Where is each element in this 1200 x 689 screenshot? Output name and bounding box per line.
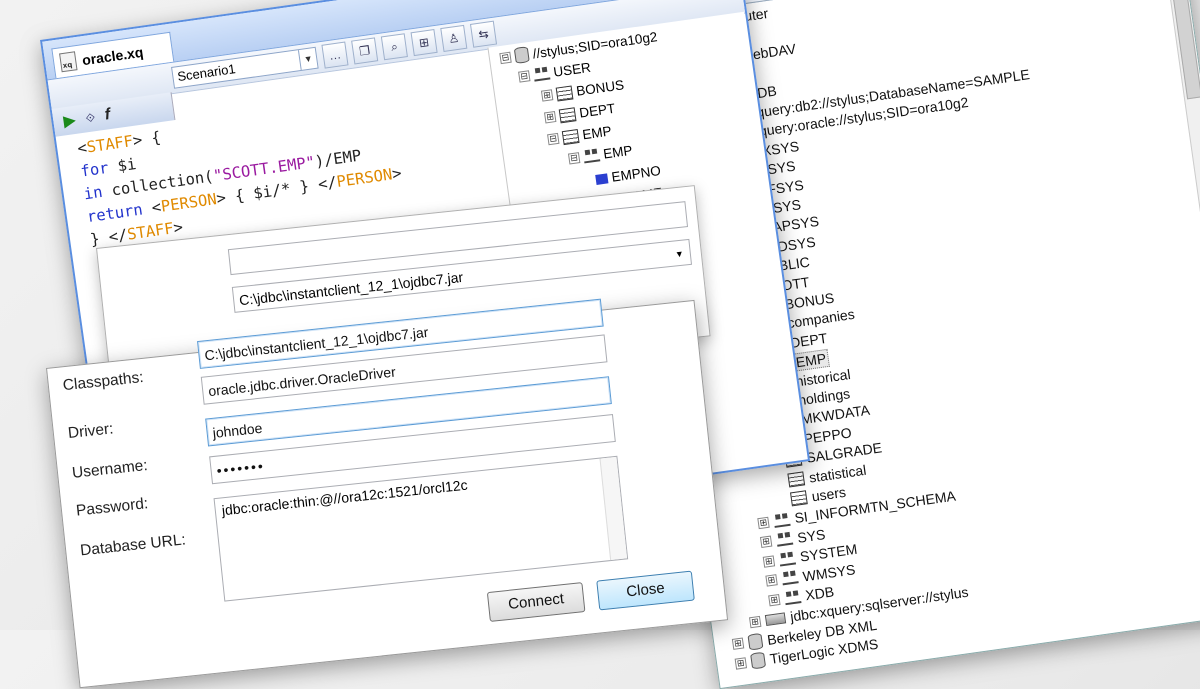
code-token: $i <box>107 154 138 177</box>
schema-node-label: EMP <box>581 123 613 143</box>
code-token: < <box>141 197 163 219</box>
browse-button[interactable]: … <box>321 41 349 69</box>
connect-button[interactable]: Connect <box>486 582 586 622</box>
tab-label: oracle.xq <box>81 43 145 68</box>
tbl-icon <box>558 106 577 123</box>
db-icon <box>747 632 764 651</box>
code-token: for <box>79 158 110 181</box>
database-url-value: jdbc:oracle:thin:@//ora12c:1521/orcl12c <box>221 476 469 519</box>
explorer-node-label: SYS <box>796 525 827 546</box>
expand-toggle-icon[interactable]: ⊞ <box>765 574 778 587</box>
net-icon <box>781 570 799 586</box>
expand-toggle-icon[interactable]: ⊞ <box>759 535 773 549</box>
net-icon <box>582 148 601 164</box>
expand-toggle-icon[interactable]: ⊞ <box>544 111 557 124</box>
schema-node-label: EMPNO <box>610 162 662 185</box>
explorer-node-label: PEPPO <box>802 424 853 447</box>
schema-node[interactable]: ⊞ DEPT <box>544 101 616 126</box>
net-icon <box>532 66 551 82</box>
username-label: Username: <box>71 456 149 482</box>
copy-button[interactable]: ❐ <box>351 37 379 65</box>
scenario-value: Scenario1 <box>176 61 237 85</box>
schema-node-label: EMP <box>602 142 634 162</box>
expand-toggle-icon[interactable]: ⊞ <box>768 593 781 606</box>
code-token: PERSON <box>159 190 218 216</box>
debug-icon[interactable]: ⟐ <box>85 110 96 126</box>
code-token: > <box>390 164 403 184</box>
code-token: in <box>82 182 104 204</box>
scroll-thumb[interactable] <box>1166 0 1200 100</box>
explorer-node-label: statistical <box>807 461 868 486</box>
explorer-node-label: WMSYS <box>801 560 857 585</box>
net-icon <box>772 512 791 528</box>
password-label: Password: <box>75 495 149 520</box>
username-value: johndoe <box>211 419 264 441</box>
tbl-icon <box>555 84 574 102</box>
code-token: )/EMP <box>313 146 363 171</box>
schema-node-label: USER <box>552 59 592 80</box>
schema-node[interactable]: ⊟ EMP <box>567 142 634 167</box>
expand-toggle-icon[interactable]: ⊟ <box>567 152 581 165</box>
net-icon <box>783 589 802 605</box>
expand-toggle-icon[interactable]: ⊞ <box>757 516 770 530</box>
net-icon <box>778 551 797 567</box>
explorer-node[interactable]: ⊞ SI_INFORMTN_SCHEMA <box>757 488 957 532</box>
col-icon <box>595 172 609 185</box>
close-button[interactable]: Close <box>596 570 695 611</box>
run-icon[interactable]: ▶ <box>62 110 77 132</box>
chevron-down-icon[interactable]: ▼ <box>297 47 318 71</box>
expand-toggle-icon[interactable]: ⊞ <box>540 89 554 102</box>
db-icon <box>750 651 767 670</box>
user-button[interactable]: ♙ <box>440 24 468 52</box>
code-token: PERSON <box>335 165 394 192</box>
schema-node-label: BONUS <box>575 77 625 99</box>
expand-toggle-icon[interactable]: ⊟ <box>499 51 512 64</box>
driver-label: Driver: <box>67 420 115 443</box>
net-icon <box>775 531 794 548</box>
expand-toggle-icon[interactable]: ⊞ <box>762 555 776 568</box>
schema-node[interactable]: EMPNO <box>595 163 662 187</box>
db-icon <box>513 46 530 64</box>
expand-toggle-icon[interactable]: ⊞ <box>734 656 747 670</box>
schema-button[interactable]: ⊞ <box>410 29 438 57</box>
code-token: > { <box>131 128 162 150</box>
drive-icon <box>764 612 787 626</box>
inspect-button[interactable]: ⌕ <box>380 33 408 61</box>
schema-node[interactable]: ⊞ BONUS <box>540 77 625 103</box>
expand-toggle-icon[interactable]: ⊞ <box>748 615 762 629</box>
xquery-file-icon <box>59 51 78 73</box>
database-url-label: Database URL: <box>79 531 187 560</box>
driver-value: oracle.jdbc.driver.OracleDriver <box>207 363 397 400</box>
function-icon[interactable]: f <box>104 106 112 125</box>
expand-toggle-icon[interactable]: ⊞ <box>731 637 745 651</box>
jar-path-value: C:\jdbc\instantclient_12_1\ojdbc7.jar <box>238 268 464 309</box>
database-url-field[interactable]: jdbc:oracle:thin:@//ora12c:1521/orcl12c <box>213 455 629 602</box>
chevron-down-icon[interactable]: ▼ <box>674 241 686 268</box>
explorer-node-label: DEPT <box>789 329 829 351</box>
schema-node[interactable]: ⊟ EMP <box>547 123 613 147</box>
expand-toggle-icon[interactable]: ⊟ <box>518 70 531 83</box>
explorer-node-label: XDB <box>804 583 836 604</box>
map-button[interactable]: ⇆ <box>469 20 498 48</box>
classpaths-label: Classpaths: <box>62 368 145 395</box>
schema-node[interactable]: ⊟ USER <box>518 60 592 85</box>
password-value: ••••••• <box>215 457 266 479</box>
expand-toggle-icon[interactable]: ⊟ <box>547 132 560 146</box>
tbl-icon <box>787 471 806 488</box>
schema-node-label: DEPT <box>578 100 617 121</box>
explorer-node-label: users <box>810 483 847 505</box>
tbl-icon <box>561 128 580 145</box>
code-token: STAFF <box>85 132 135 157</box>
code-token: > <box>172 218 185 238</box>
explorer-scrollbar[interactable] <box>1162 0 1200 613</box>
url-scrollbar[interactable] <box>599 456 628 561</box>
tbl-icon <box>790 490 808 507</box>
